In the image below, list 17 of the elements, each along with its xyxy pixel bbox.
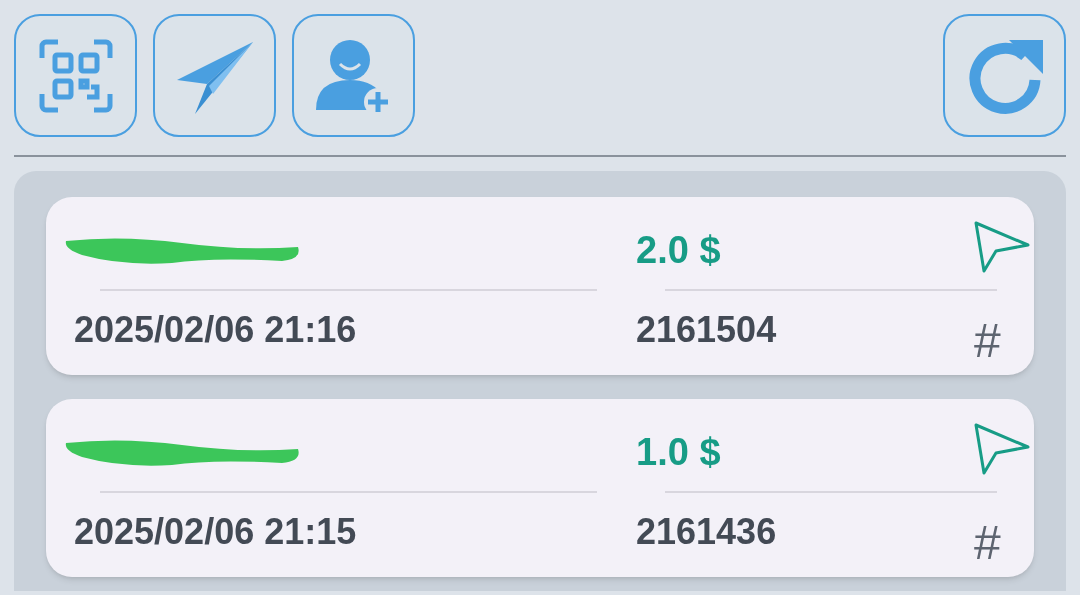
transaction-card[interactable]: 2.0 $ 2025/02/06 21:16 2161504 #	[46, 197, 1034, 375]
send-icon[interactable]	[974, 421, 1030, 475]
send-icon[interactable]	[974, 219, 1030, 273]
toolbar-button[interactable]	[153, 14, 276, 137]
transaction-number: 2161436	[636, 514, 777, 550]
toolbar-button[interactable]	[292, 14, 415, 137]
hash-sign: #	[974, 317, 1001, 365]
qr-code-icon	[37, 37, 114, 114]
transaction-card[interactable]: 1.0 $ 2025/02/06 21:15 2161436 #	[46, 399, 1034, 577]
refresh-button[interactable]	[943, 14, 1066, 137]
hash-sign: #	[974, 519, 1001, 567]
transaction-number: 2161504	[636, 312, 777, 348]
toolbar-button[interactable]	[14, 14, 137, 137]
date-time: 2025/02/06 21:15	[74, 514, 357, 550]
amount: 2.0 $	[636, 231, 721, 269]
date-time: 2025/02/06 21:16	[74, 312, 357, 348]
amount: 1.0 $	[636, 433, 721, 471]
